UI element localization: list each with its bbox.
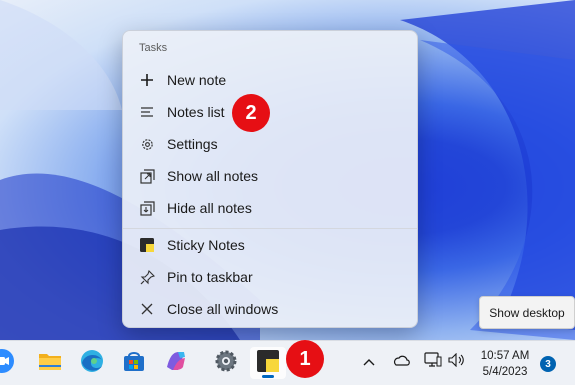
notes-list-item[interactable]: Notes list [129,97,411,127]
close-all-windows-label: Close all windows [167,301,279,317]
onedrive-icon [392,353,410,371]
settings-icon [214,349,238,378]
chevron-up-icon [363,353,375,371]
plus-icon [139,72,155,88]
show-hidden-icons-button[interactable] [359,352,379,372]
hide-notes-icon [139,200,155,216]
hide-all-notes-label: Hide all notes [167,200,252,216]
edge-app[interactable] [74,347,110,379]
taskbar: 1 10:57 AM 5/4/2023 3 [0,340,575,385]
tasks-heading: Tasks [139,42,168,54]
onedrive-button[interactable] [391,352,411,372]
new-note-item[interactable]: New note [129,65,411,95]
settings-item[interactable]: Settings [129,129,411,159]
jump-list-divider [123,228,417,229]
callout-2: 2 [232,94,270,132]
settings-label: Settings [167,136,218,152]
copilot-app[interactable] [158,347,194,379]
clock-date: 5/4/2023 [482,366,528,378]
active-app-indicator [262,375,274,378]
new-note-label: New note [167,72,227,88]
edge-icon [80,349,104,378]
clock[interactable]: 10:57 AM 5/4/2023 [474,348,536,380]
notes-list-label: Notes list [167,104,225,120]
show-desktop-tooltip: Show desktop [479,296,575,329]
sticky-notes-jump-list: Tasks New note Notes list Settings Show … [122,30,418,328]
file-explorer-icon [38,350,62,377]
network-icon [424,351,442,373]
sticky-notes-icon [257,349,279,377]
close-all-windows-item[interactable]: Close all windows [129,294,411,324]
microsoft-store-icon [123,350,145,377]
callout-1: 1 [286,340,324,378]
network-button[interactable] [423,351,443,373]
copilot-icon [164,349,188,378]
pin-to-taskbar-item[interactable]: Pin to taskbar [129,262,411,292]
show-all-notes-item[interactable]: Show all notes [129,161,411,191]
list-icon [139,104,155,120]
sticky-notes-icon [139,237,155,253]
microsoft-store-app[interactable] [116,347,152,379]
pin-to-taskbar-label: Pin to taskbar [167,269,253,285]
show-all-notes-label: Show all notes [167,168,259,184]
file-explorer-app[interactable] [32,347,68,379]
notification-badge[interactable]: 3 [540,356,556,372]
show-notes-icon [139,168,155,184]
volume-icon [448,352,466,372]
gear-icon [139,136,155,152]
sticky-notes-app[interactable] [250,347,286,379]
close-icon [139,301,155,317]
pin-icon [139,269,155,285]
clock-time: 10:57 AM [480,350,530,362]
hide-all-notes-item[interactable]: Hide all notes [129,193,411,223]
zoom-icon [0,348,15,379]
settings-app[interactable] [208,347,244,379]
sticky-notes-label: Sticky Notes [167,237,245,253]
volume-button[interactable] [447,352,467,372]
zoom-app[interactable] [0,347,20,379]
sticky-notes-app-item[interactable]: Sticky Notes [129,230,411,260]
